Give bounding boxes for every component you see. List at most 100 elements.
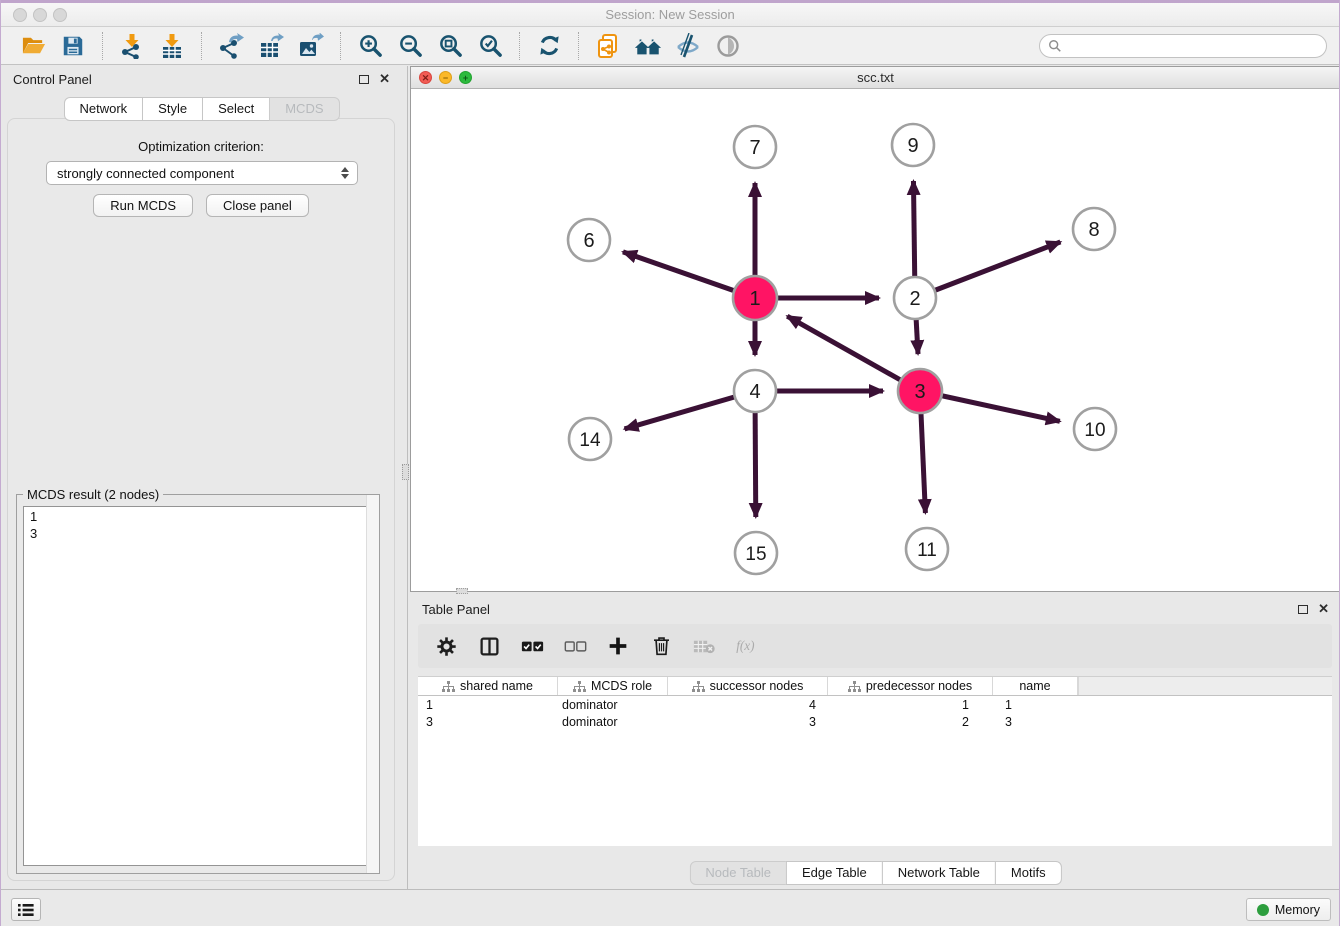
svg-text:f(x): f(x) (736, 638, 754, 653)
tab-network-table[interactable]: Network Table (882, 861, 996, 885)
table-panel-title: Table Panel (422, 602, 490, 617)
export-table-icon[interactable] (257, 32, 285, 60)
settings-gear-icon[interactable] (434, 634, 458, 658)
import-table-icon[interactable] (158, 32, 186, 60)
network-graph[interactable]: 7968124314101511 (411, 90, 1340, 591)
search-box[interactable] (1039, 34, 1327, 58)
column-header-MCDS-role[interactable]: MCDS role (558, 677, 668, 695)
optimization-criterion-label: Optimization criterion: (8, 139, 394, 154)
desktop-accent (1, 0, 1339, 3)
delete-row-icon[interactable] (649, 634, 673, 658)
table-row[interactable]: 1dominator411 (418, 696, 1332, 713)
column-header-shared-name[interactable]: shared name (418, 677, 558, 695)
tab-node-table[interactable]: Node Table (689, 861, 787, 885)
run-mcds-button[interactable]: Run MCDS (93, 194, 193, 217)
mcds-result-group: MCDS result (2 nodes) 1 3 (16, 494, 380, 874)
mcds-result-title: MCDS result (2 nodes) (23, 487, 163, 502)
select-stepper-icon (341, 167, 349, 179)
show-column-icon[interactable] (477, 634, 501, 658)
table-cell: 3 (668, 715, 828, 729)
table-tab-strip: Node TableEdge TableNetwork TableMotifs (410, 846, 1340, 889)
select-all-icon[interactable] (520, 634, 544, 658)
vertical-splitter[interactable] (402, 66, 410, 889)
tab-network[interactable]: Network (63, 97, 143, 121)
save-session-icon[interactable] (59, 32, 87, 60)
duplicate-network-icon[interactable] (594, 32, 622, 60)
float-table-panel-icon[interactable] (1298, 605, 1308, 614)
toolbar-separator (102, 32, 103, 60)
tab-motifs[interactable]: Motifs (995, 861, 1062, 885)
export-network-icon[interactable] (217, 32, 245, 60)
table-cell: 3 (418, 715, 558, 729)
edge-2-8[interactable] (915, 242, 1060, 298)
close-table-panel-icon[interactable]: ✕ (1318, 604, 1329, 614)
table-header-row: shared nameMCDS rolesuccessor nodesprede… (418, 677, 1332, 696)
hide-style-icon[interactable] (674, 32, 702, 60)
header-filler (1078, 677, 1332, 695)
import-network-icon[interactable] (118, 32, 146, 60)
task-history-button[interactable] (11, 898, 41, 921)
column-header-successor-nodes[interactable]: successor nodes (668, 677, 828, 695)
toolbar-separator (578, 32, 579, 60)
search-icon (1048, 39, 1062, 53)
column-tree-icon (692, 681, 705, 692)
main-titlebar: Session: New Session (1, 3, 1339, 27)
deselect-all-icon[interactable] (563, 634, 587, 658)
table-cell: 4 (668, 698, 828, 712)
window-title: Session: New Session (1, 3, 1339, 27)
delete-table-disabled-icon (692, 634, 716, 658)
node-label-10: 10 (1084, 420, 1105, 441)
table-panel: Table Panel ✕ (410, 596, 1340, 889)
tab-mcds[interactable]: MCDS (269, 97, 339, 121)
column-tree-icon (442, 681, 455, 692)
horizontal-splitter-grip[interactable] (456, 588, 468, 594)
toolbar-separator (201, 32, 202, 60)
float-panel-icon[interactable] (359, 75, 369, 84)
network-window-titlebar[interactable]: ✕ − + scc.txt (411, 67, 1340, 89)
mcds-panel: Optimization criterion: strongly connect… (7, 118, 395, 881)
optimization-criterion-value: strongly connected component (57, 166, 234, 181)
node-label-14: 14 (579, 430, 601, 451)
home-neighbors-icon[interactable] (634, 32, 662, 60)
optimization-criterion-select[interactable]: strongly connected component (46, 161, 358, 185)
node-label-11: 11 (917, 540, 937, 561)
zoom-selected-icon[interactable] (476, 32, 504, 60)
zoom-fit-icon[interactable] (436, 32, 464, 60)
result-scrollbar[interactable] (366, 495, 379, 873)
apply-layout-icon[interactable] (535, 32, 563, 60)
column-header-predecessor-nodes[interactable]: predecessor nodes (828, 677, 993, 695)
zoom-out-icon[interactable] (396, 32, 424, 60)
status-bar: Memory (1, 889, 1339, 926)
control-panel-tabs: NetworkStyleSelectMCDS (63, 97, 339, 121)
column-header-name[interactable]: name (993, 677, 1078, 695)
node-label-8: 8 (1088, 219, 1099, 241)
table-cell: dominator (558, 715, 668, 729)
export-image-icon[interactable] (297, 32, 325, 60)
table-row[interactable]: 3dominator323 (418, 713, 1332, 730)
node-label-6: 6 (583, 230, 594, 252)
node-label-3: 3 (914, 381, 925, 403)
table-cell: 2 (828, 715, 993, 729)
table-rows: 1dominator4113dominator323 (418, 696, 1332, 730)
tab-edge-table[interactable]: Edge Table (786, 861, 883, 885)
close-panel-icon[interactable]: ✕ (379, 74, 390, 84)
splitter-grip[interactable] (402, 464, 409, 480)
search-input[interactable] (1062, 36, 1326, 56)
add-row-icon[interactable] (606, 634, 630, 658)
network-canvas[interactable]: 7968124314101511 (411, 90, 1340, 591)
table-cell: 1 (993, 698, 1078, 712)
node-label-2: 2 (909, 288, 920, 310)
node-table: shared nameMCDS rolesuccessor nodesprede… (418, 676, 1332, 846)
zoom-in-icon[interactable] (356, 32, 384, 60)
main-toolbar (1, 27, 1339, 65)
tab-select[interactable]: Select (202, 97, 270, 121)
column-tree-icon (848, 681, 861, 692)
open-file-icon[interactable] (19, 32, 47, 60)
mcds-result-text[interactable]: 1 3 (23, 506, 373, 866)
node-label-15: 15 (745, 544, 766, 565)
table-tabs: Node TableEdge TableNetwork TableMotifs (689, 861, 1061, 885)
tab-style[interactable]: Style (142, 97, 203, 121)
toolbar-separator (519, 32, 520, 60)
close-panel-button[interactable]: Close panel (206, 194, 309, 217)
memory-button[interactable]: Memory (1246, 898, 1331, 921)
